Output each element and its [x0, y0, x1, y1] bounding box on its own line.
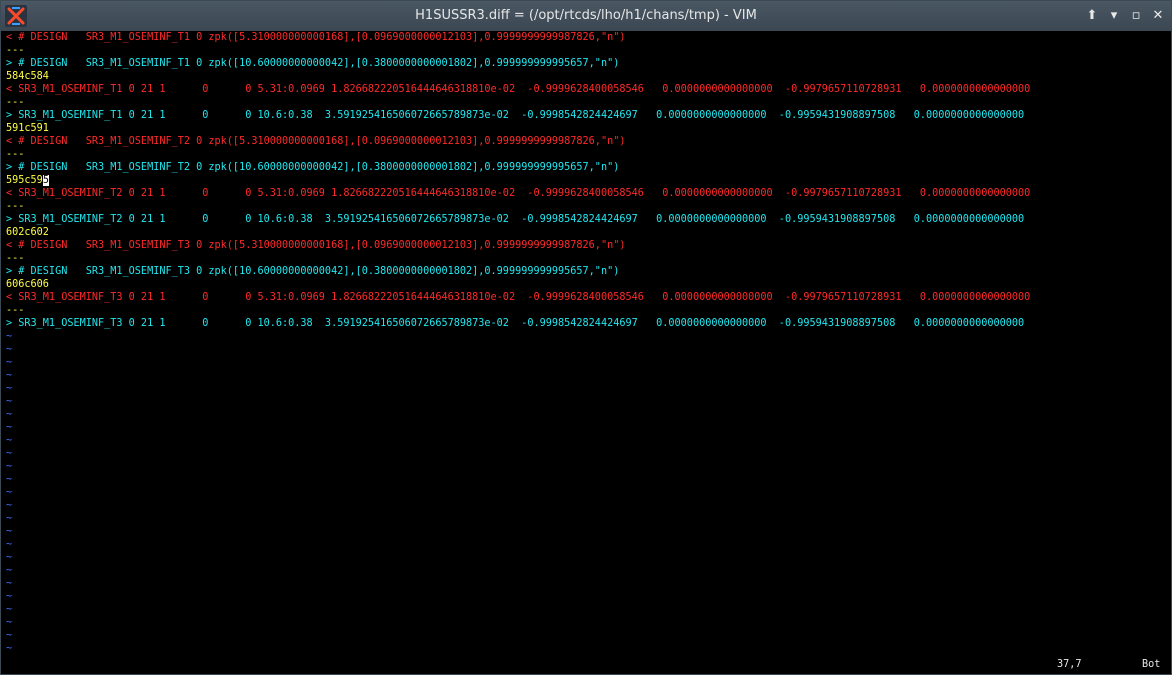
diff-hunk-header: 595c595	[6, 174, 1168, 187]
diff-added-line: > SR3_M1_OSEMINF_T3 0 21 1 0 0 10.6:0.38…	[6, 318, 1025, 329]
empty-line-tilde: ~	[6, 344, 13, 355]
minimize-button[interactable]: ▾	[1105, 7, 1123, 25]
empty-line-tilde: ~	[6, 578, 13, 589]
title-bar[interactable]: H1SUSSR3.diff = (/opt/rtcds/lho/h1/chans…	[1, 1, 1171, 31]
empty-line-tilde: ~	[6, 604, 13, 615]
diff-removed-line: < # DESIGN SR3_M1_OSEMINF_T2 0 zpk([5.31…	[6, 136, 626, 147]
diff-added-line: > SR3_M1_OSEMINF_T2 0 21 1 0 0 10.6:0.38…	[6, 214, 1025, 225]
empty-line-tilde: ~	[6, 370, 13, 381]
empty-line-tilde: ~	[6, 526, 13, 537]
empty-line-tilde: ~	[6, 513, 13, 524]
diff-hunk-header: 591c591	[6, 123, 49, 134]
empty-line-tilde: ~	[6, 448, 13, 459]
empty-line-tilde: ~	[6, 487, 13, 498]
diff-separator: ---	[6, 97, 25, 108]
diff-removed-line: < SR3_M1_OSEMINF_T2 0 21 1 0 0 5.31:0.09…	[6, 188, 1031, 199]
diff-separator: ---	[6, 149, 25, 160]
diff-separator: ---	[6, 45, 25, 56]
window-title: H1SUSSR3.diff = (/opt/rtcds/lho/h1/chans…	[415, 8, 757, 23]
maximize-button[interactable]: ▫	[1127, 7, 1145, 25]
empty-line-tilde: ~	[6, 409, 13, 420]
cursor-position: 37,7	[1057, 659, 1082, 670]
empty-line-tilde: ~	[6, 552, 13, 563]
diff-separator: ---	[6, 305, 25, 316]
empty-line-tilde: ~	[6, 539, 13, 550]
scroll-position: Bot	[1142, 659, 1161, 670]
vim-terminal-window: H1SUSSR3.diff = (/opt/rtcds/lho/h1/chans…	[0, 0, 1172, 675]
text-cursor: 5	[42, 175, 49, 186]
pin-button[interactable]: ⬆	[1083, 7, 1101, 25]
diff-removed-line: < SR3_M1_OSEMINF_T1 0 21 1 0 0 5.31:0.09…	[6, 84, 1031, 95]
empty-line-tilde: ~	[6, 435, 13, 446]
vim-text-area[interactable]: < # DESIGN SR3_M1_OSEMINF_T1 0 zpk([5.31…	[6, 31, 1168, 671]
diff-separator: ---	[6, 253, 25, 264]
diff-added-line: > # DESIGN SR3_M1_OSEMINF_T3 0 zpk([10.6…	[6, 266, 620, 277]
empty-line-tilde: ~	[6, 383, 13, 394]
empty-line-tilde: ~	[6, 591, 13, 602]
empty-line-tilde: ~	[6, 357, 13, 368]
empty-line-tilde: ~	[6, 630, 13, 641]
empty-line-tilde: ~	[6, 461, 13, 472]
diff-hunk-header: 606c606	[6, 279, 49, 290]
empty-line-tilde: ~	[6, 643, 13, 654]
diff-added-line: > SR3_M1_OSEMINF_T1 0 21 1 0 0 10.6:0.38…	[6, 110, 1025, 121]
empty-line-tilde: ~	[6, 474, 13, 485]
diff-added-line: > # DESIGN SR3_M1_OSEMINF_T1 0 zpk([10.6…	[6, 58, 620, 69]
diff-removed-line: < # DESIGN SR3_M1_OSEMINF_T1 0 zpk([5.31…	[6, 32, 626, 43]
close-button[interactable]: ✕	[1149, 7, 1167, 25]
line-text: 595c59	[6, 175, 43, 186]
empty-line-tilde: ~	[6, 396, 13, 407]
empty-line-tilde: ~	[6, 565, 13, 576]
empty-line-tilde: ~	[6, 331, 13, 342]
diff-hunk-header: 602c602	[6, 227, 49, 238]
empty-line-tilde: ~	[6, 617, 13, 628]
diff-separator: ---	[6, 201, 25, 212]
empty-line-tilde: ~	[6, 500, 13, 511]
diff-hunk-header: 584c584	[6, 71, 49, 82]
diff-removed-line: < # DESIGN SR3_M1_OSEMINF_T3 0 zpk([5.31…	[6, 240, 626, 251]
diff-removed-line: < SR3_M1_OSEMINF_T3 0 21 1 0 0 5.31:0.09…	[6, 292, 1031, 303]
empty-line-tilde: ~	[6, 422, 13, 433]
diff-added-line: > # DESIGN SR3_M1_OSEMINF_T2 0 zpk([10.6…	[6, 162, 620, 173]
